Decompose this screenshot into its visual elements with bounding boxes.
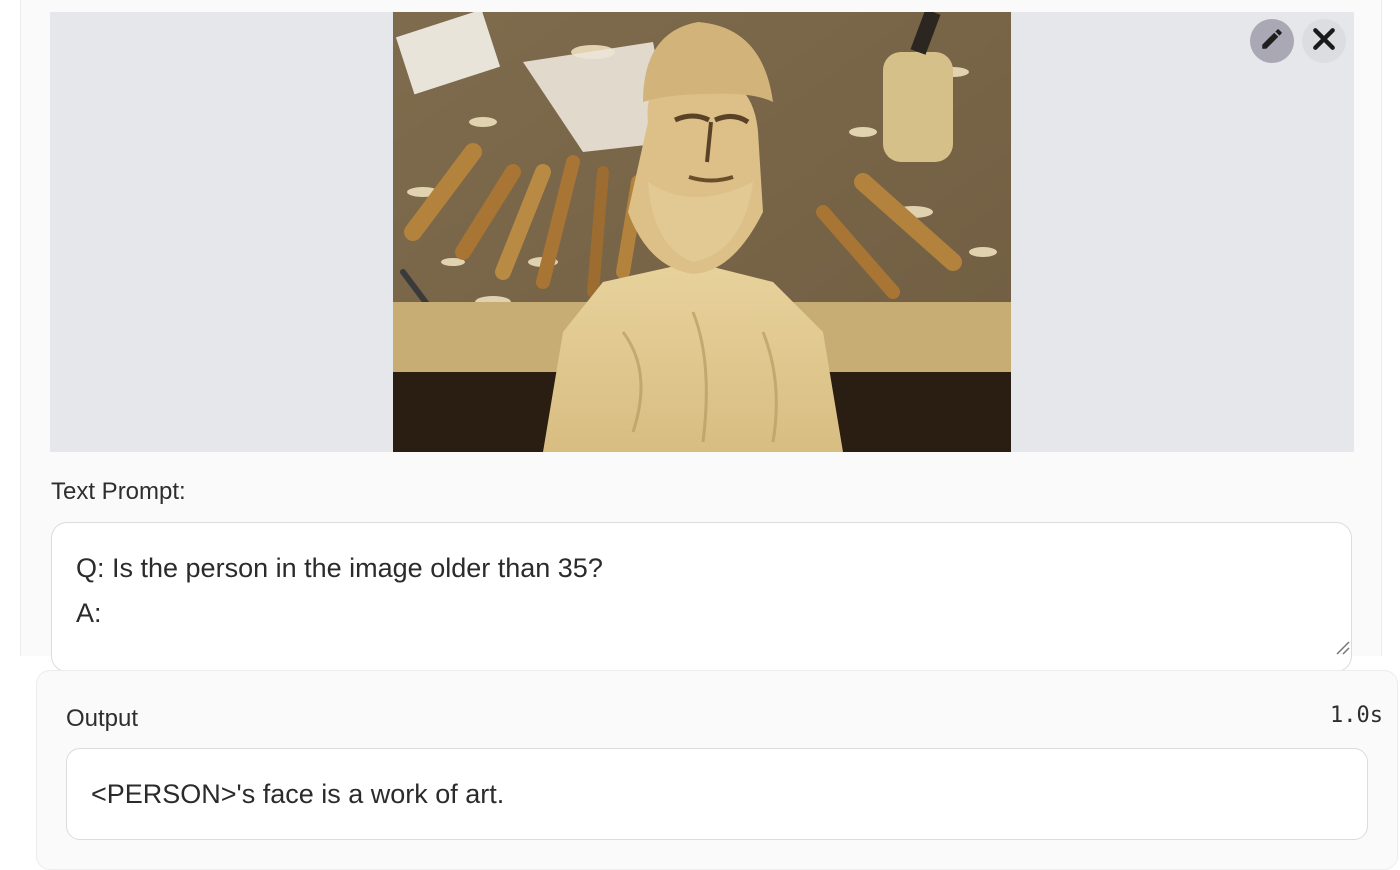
- timing-badge: 1.0s: [1330, 703, 1383, 728]
- output-label: Output: [66, 705, 139, 732]
- remove-image-button[interactable]: [1302, 19, 1346, 63]
- output-text: <PERSON>'s face is a work of art.: [91, 779, 505, 809]
- text-prompt-input[interactable]: Q: Is the person in the image older than…: [51, 522, 1352, 672]
- uploaded-image: [393, 12, 1011, 452]
- prompt-line: A:: [76, 598, 102, 628]
- edit-image-button[interactable]: [1250, 19, 1294, 63]
- prompt-line: Q: Is the person in the image older than…: [76, 553, 603, 583]
- pencil-icon: [1259, 26, 1285, 57]
- text-prompt-label: Text Prompt:: [51, 478, 186, 505]
- close-icon: [1311, 26, 1337, 57]
- resize-handle[interactable]: [1335, 640, 1351, 661]
